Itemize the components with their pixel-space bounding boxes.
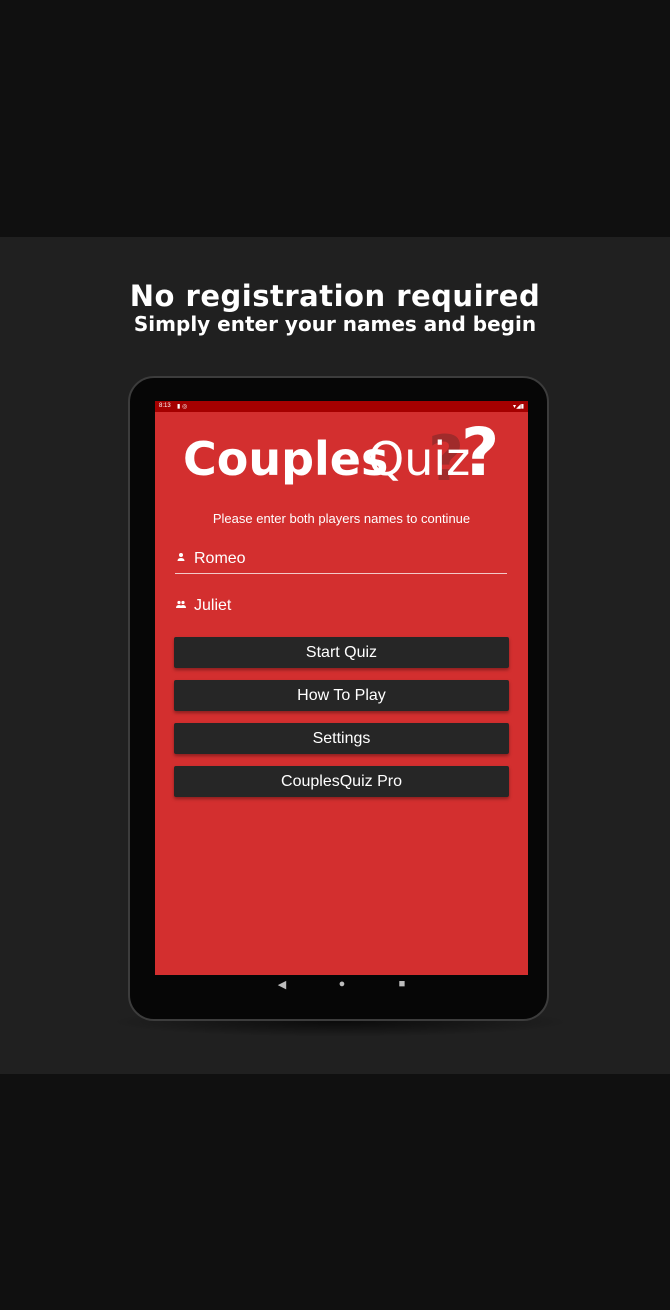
couplesquiz-pro-button[interactable]: CouplesQuiz Pro	[174, 766, 509, 797]
settings-button[interactable]: Settings	[174, 723, 509, 754]
people-icon	[176, 600, 186, 608]
logo-question-mark: ?	[461, 414, 500, 491]
status-bar: 8:13 ▮ ◎ ▾◢▮	[155, 401, 528, 412]
player1-name-field[interactable]: Romeo	[175, 547, 507, 574]
promo-panel: No registration required Simply enter yo…	[0, 237, 670, 1074]
navigation-bar: ◀ ● ■	[130, 975, 551, 999]
status-time: 8:13	[159, 403, 171, 409]
person-icon	[177, 553, 185, 561]
promo-headline: No registration required	[129, 279, 541, 313]
sim-card-icon: ▮	[177, 404, 181, 410]
recent-apps-icon[interactable]: ■	[392, 978, 412, 990]
promo-subline: Simply enter your names and begin	[133, 312, 537, 336]
player2-name-value[interactable]: Juliet	[194, 597, 231, 615]
app-logo: ? Couples Quiz ?	[183, 414, 503, 496]
back-icon[interactable]: ◀	[272, 978, 292, 991]
logo-text-quiz: Quiz	[368, 432, 471, 486]
status-left-icons: ▮ ◎	[177, 403, 187, 410]
battery-icon: ▮	[520, 404, 524, 410]
tablet-frame: 8:13 ▮ ◎ ▾◢▮ ? Couples Quiz ? Please ent…	[128, 376, 549, 1021]
logo-text-couples: Couples	[183, 432, 389, 486]
instruction-text: Please enter both players names to conti…	[212, 511, 471, 526]
home-icon[interactable]: ●	[332, 978, 352, 990]
app-screen: 8:13 ▮ ◎ ▾◢▮ ? Couples Quiz ? Please ent…	[155, 401, 528, 975]
status-right-icons: ▾◢▮	[513, 403, 524, 410]
player2-name-field[interactable]: Juliet	[175, 594, 507, 620]
notification-icon: ◎	[181, 404, 188, 410]
start-quiz-button[interactable]: Start Quiz	[174, 637, 509, 668]
player1-name-value[interactable]: Romeo	[194, 550, 246, 568]
how-to-play-button[interactable]: How To Play	[174, 680, 509, 711]
